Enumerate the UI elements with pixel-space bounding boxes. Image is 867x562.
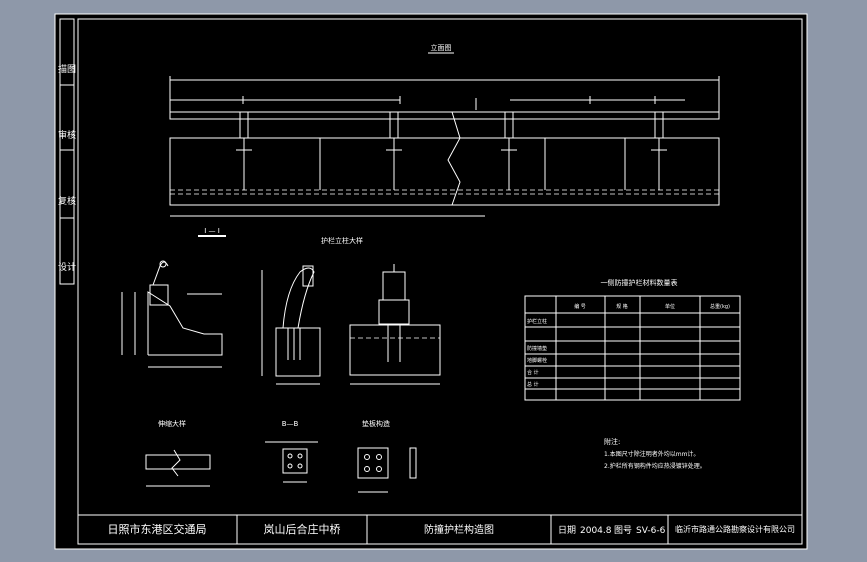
section-b-label: B—B: [282, 420, 299, 428]
table-row-label-4: 防撞墙垫: [527, 345, 547, 352]
date-value: 2004.8: [580, 526, 612, 536]
notes-title: 附注:: [604, 437, 620, 446]
note-2: 2.护栏所有钢构件均应热浸镀锌处理。: [604, 462, 706, 470]
table-row-label-1: 护栏立柱: [527, 318, 547, 325]
table-row-label-5: 地脚螺栓: [527, 357, 547, 364]
stamp-review: 审核: [58, 129, 76, 141]
splice-title: 伸缩大样: [158, 419, 186, 428]
table-row-label-7: 总 计: [527, 381, 539, 388]
org-name: 日照市东港区交通局: [108, 522, 207, 536]
post-detail-title: 护栏立柱大样: [321, 236, 363, 245]
designer-name: 临沂市路通公路勘察设计有限公司: [675, 524, 795, 534]
table-header-4: 总重(kg): [710, 303, 730, 310]
plate-title: 垫板构造: [362, 419, 390, 428]
drawing-canvas: 描图 审核 复核 设计 立面图 I — I 护栏立柱大样 伸缩大样 B—B 垫板…: [54, 13, 808, 550]
table-row-label-6: 合 计: [527, 369, 539, 376]
table-header-2: 规 格: [616, 303, 628, 310]
table-header-3: 单位: [665, 303, 675, 310]
project-name: 岚山后合庄中桥: [264, 522, 341, 536]
date-label: 日期: [558, 525, 576, 536]
stamp-check: 复核: [58, 195, 76, 207]
table-title: 一侧防撞护栏材料数量表: [601, 278, 678, 287]
table-header-1: 编 号: [574, 303, 586, 310]
elevation-title: 立面图: [431, 43, 452, 52]
stamp-draw: 描图: [58, 63, 76, 75]
drawing-number: SV-6-6: [636, 526, 666, 536]
drawing-number-label: 图号: [614, 525, 632, 536]
section-label: I — I: [204, 227, 220, 235]
drawing-name: 防撞护栏构造图: [424, 523, 494, 536]
note-1: 1.本图尺寸除注明者外均以mm计。: [604, 450, 699, 458]
stamp-design: 设计: [58, 261, 76, 273]
